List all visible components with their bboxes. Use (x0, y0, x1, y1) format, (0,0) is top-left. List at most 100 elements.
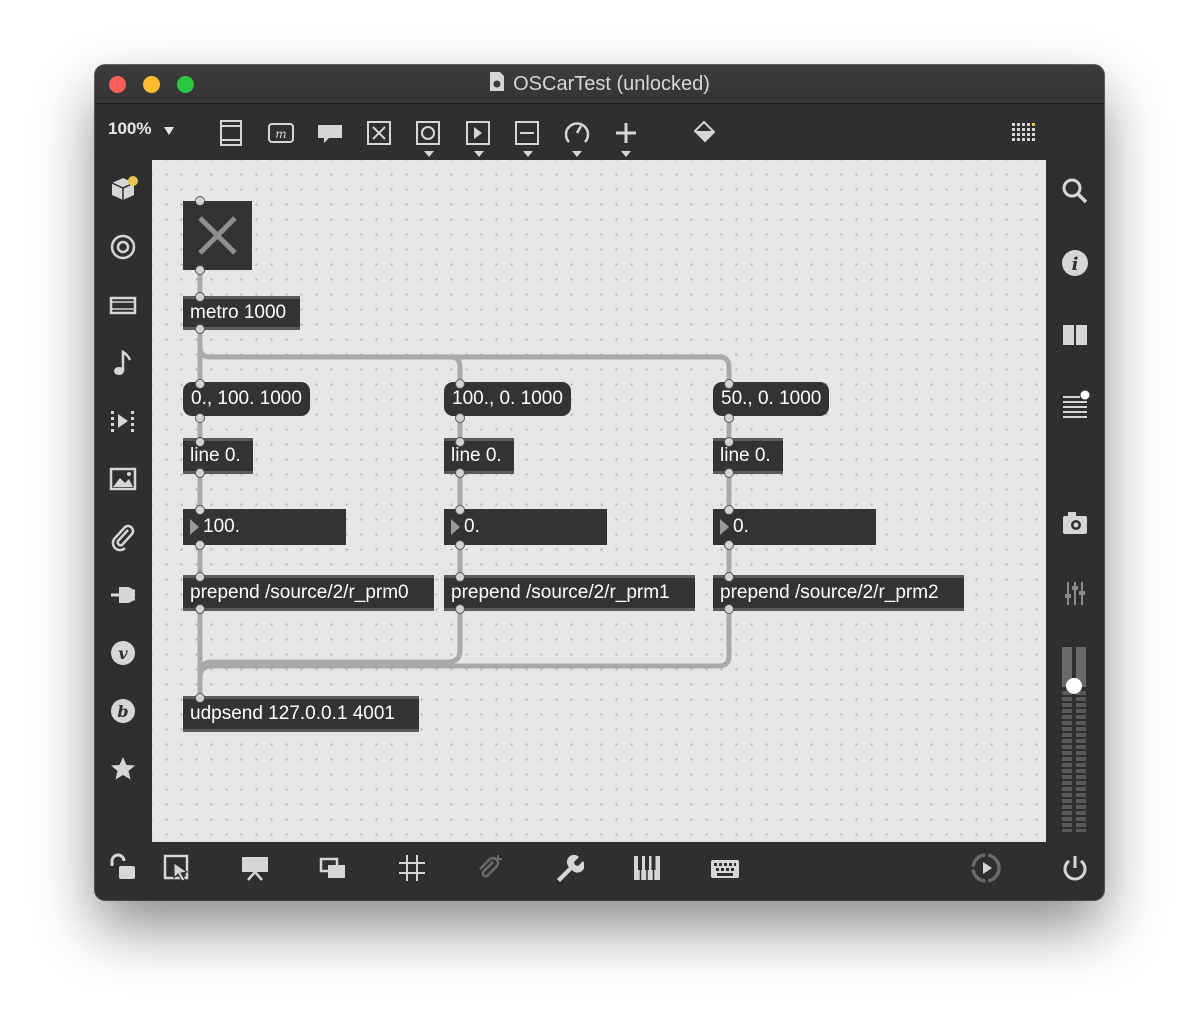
object-toolbar: m (95, 104, 1104, 160)
prepend-label: prepend /source/2/r_prm2 (720, 582, 939, 603)
button-icon[interactable] (411, 116, 445, 150)
inlet-port[interactable] (195, 437, 205, 447)
paint-bucket-icon[interactable] (687, 116, 721, 150)
piano-icon[interactable] (627, 848, 667, 888)
prepend-object-2[interactable]: prepend /source/2/r_prm1 (444, 575, 695, 611)
udpsend-label: udpsend 127.0.0.1 4001 (190, 703, 395, 724)
new-object-icon[interactable] (214, 116, 248, 150)
image-icon[interactable] (103, 459, 143, 499)
outlet-port[interactable] (195, 604, 205, 614)
inlet-port[interactable] (455, 437, 465, 447)
packages-icon[interactable] (103, 169, 143, 209)
power-icon[interactable] (1055, 848, 1095, 888)
inlet-port[interactable] (195, 572, 205, 582)
outlet-port[interactable] (724, 468, 734, 478)
inlet-port[interactable] (724, 437, 734, 447)
number-box-icon[interactable] (461, 116, 495, 150)
play-icon[interactable] (966, 848, 1006, 888)
number-box-3[interactable]: 0. (713, 509, 876, 545)
outlet-port[interactable] (724, 540, 734, 550)
inlet-port[interactable] (455, 505, 465, 515)
search-icon[interactable] (1055, 171, 1095, 211)
patch-canvas[interactable]: metro 1000 0., 100. 1000 100., 0. 1000 5… (152, 160, 1046, 842)
dial-icon[interactable] (560, 116, 594, 150)
star-icon[interactable] (103, 749, 143, 789)
target-icon[interactable] (103, 227, 143, 267)
message-icon[interactable]: m (264, 116, 298, 150)
inlet-port[interactable] (724, 572, 734, 582)
step-sequencer-icon[interactable] (103, 401, 143, 441)
svg-text:b: b (117, 702, 128, 721)
plus-icon[interactable] (609, 116, 643, 150)
list-icon[interactable] (1055, 385, 1095, 425)
metro-label: metro 1000 (190, 302, 287, 323)
prepend-object-1[interactable]: prepend /source/2/r_prm0 (183, 575, 434, 611)
number-box-2[interactable]: 0. (444, 509, 607, 545)
audio-level-meter[interactable] (1058, 647, 1090, 833)
inlet-port[interactable] (724, 505, 734, 515)
udpsend-object[interactable]: udpsend 127.0.0.1 4001 (183, 696, 419, 732)
comment-icon[interactable] (313, 116, 347, 150)
message-label: 50., 0. 1000 (721, 388, 822, 409)
message-label: 100., 0. 1000 (452, 388, 563, 409)
slider-icon[interactable] (510, 116, 544, 150)
inlet-port[interactable] (195, 196, 205, 206)
line-object-1[interactable]: line 0. (183, 438, 253, 474)
number-box-1[interactable]: 100. (183, 509, 346, 545)
outlet-port[interactable] (455, 468, 465, 478)
keyboard-icon[interactable] (705, 848, 745, 888)
film-icon[interactable] (103, 285, 143, 325)
document-icon (489, 71, 505, 97)
outlet-port[interactable] (455, 413, 465, 423)
svg-text:v: v (118, 644, 128, 663)
plug-icon[interactable] (103, 575, 143, 615)
outlet-port[interactable] (195, 265, 205, 275)
v-icon[interactable]: v (103, 633, 143, 673)
close-icon (198, 216, 237, 255)
inlet-port[interactable] (195, 693, 205, 703)
prepend-object-3[interactable]: prepend /source/2/r_prm2 (713, 575, 964, 611)
chevron-down-icon[interactable] (523, 151, 533, 157)
message-label: 0., 100. 1000 (191, 388, 302, 409)
line-label: line 0. (190, 445, 241, 466)
paperclip-icon[interactable] (103, 517, 143, 557)
chevron-down-icon[interactable] (424, 151, 434, 157)
lock-icon[interactable] (103, 848, 143, 888)
patch-cords (197, 267, 732, 701)
info-icon[interactable]: i (1055, 243, 1095, 283)
outlet-port[interactable] (724, 413, 734, 423)
outlet-port[interactable] (724, 604, 734, 614)
book-icon[interactable] (1055, 315, 1095, 355)
inlet-port[interactable] (195, 505, 205, 515)
inlet-port[interactable] (195, 292, 205, 302)
music-note-icon[interactable] (103, 343, 143, 383)
outlet-port[interactable] (195, 468, 205, 478)
outlet-port[interactable] (455, 540, 465, 550)
grid-icon[interactable] (392, 848, 432, 888)
inlet-port[interactable] (724, 379, 734, 389)
wrench-icon[interactable] (548, 848, 588, 888)
chevron-down-icon[interactable] (474, 151, 484, 157)
level-knob[interactable] (1066, 677, 1082, 694)
outlet-port[interactable] (195, 540, 205, 550)
attach-icon[interactable] (470, 848, 510, 888)
outlet-port[interactable] (195, 413, 205, 423)
toggle-object[interactable] (183, 201, 252, 270)
presentation-select-icon[interactable] (157, 848, 197, 888)
mixer-icon[interactable] (1055, 573, 1095, 613)
camera-icon[interactable] (1055, 503, 1095, 543)
chevron-down-icon[interactable] (621, 151, 631, 157)
line-label: line 0. (720, 445, 771, 466)
windows-icon[interactable] (313, 848, 353, 888)
outlet-port[interactable] (195, 324, 205, 334)
chevron-down-icon[interactable] (572, 151, 582, 157)
grid-dots-icon[interactable] (1007, 116, 1041, 150)
outlet-port[interactable] (455, 604, 465, 614)
inlet-port[interactable] (455, 572, 465, 582)
presentation-icon[interactable] (235, 848, 275, 888)
b-icon[interactable]: b (103, 691, 143, 731)
play-icon (190, 519, 199, 535)
inlet-port[interactable] (455, 379, 465, 389)
inlet-port[interactable] (195, 379, 205, 389)
toggle-icon[interactable] (362, 116, 396, 150)
